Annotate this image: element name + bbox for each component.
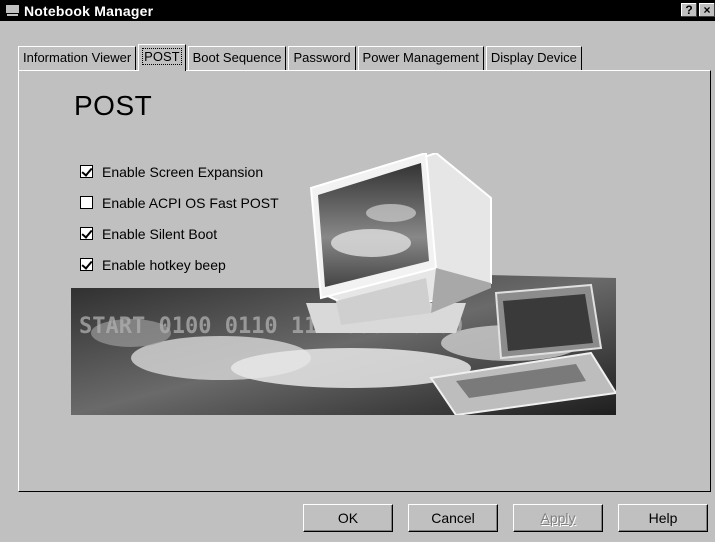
silent-boot-label[interactable]: Enable Silent Boot [102,226,217,242]
acpi-fast-post-label[interactable]: Enable ACPI OS Fast POST [102,195,279,211]
tab-post[interactable]: POST [138,44,186,71]
tab-information-viewer[interactable]: Information Viewer [18,46,137,71]
option-acpi-fast-post[interactable]: Enable ACPI OS Fast POST [80,187,279,218]
acpi-fast-post-checkbox[interactable] [80,196,93,209]
window-title: Notebook Manager [24,2,154,19]
apply-button[interactable]: Apply [513,504,603,532]
notebook-app-icon [6,5,19,16]
option-screen-expansion[interactable]: Enable Screen Expansion [80,156,279,187]
screen-expansion-label[interactable]: Enable Screen Expansion [102,164,263,180]
help-title-button[interactable]: ? [681,3,697,17]
screen-expansion-checkbox[interactable] [80,165,93,178]
tab-power-management[interactable]: Power Management [357,46,484,71]
title-bar: Notebook Manager ? × [0,0,715,21]
tab-boot-sequence[interactable]: Boot Sequence [187,46,287,71]
page-title: POST [74,90,153,121]
tab-strip: Information Viewer POST Boot Sequence Pa… [18,44,584,71]
option-hotkey-beep[interactable]: Enable hotkey beep [80,249,279,280]
ok-button[interactable]: OK [303,504,393,532]
help-button[interactable]: Help [618,504,708,532]
tab-display-device[interactable]: Display Device [485,46,582,71]
hotkey-beep-label[interactable]: Enable hotkey beep [102,257,226,273]
option-silent-boot[interactable]: Enable Silent Boot [80,218,279,249]
close-button[interactable]: × [699,3,715,17]
tab-password[interactable]: Password [288,46,356,71]
post-options: Enable Screen Expansion Enable ACPI OS F… [80,156,279,280]
hotkey-beep-checkbox[interactable] [80,258,93,271]
silent-boot-checkbox[interactable] [80,227,93,240]
cancel-button[interactable]: Cancel [408,504,498,532]
